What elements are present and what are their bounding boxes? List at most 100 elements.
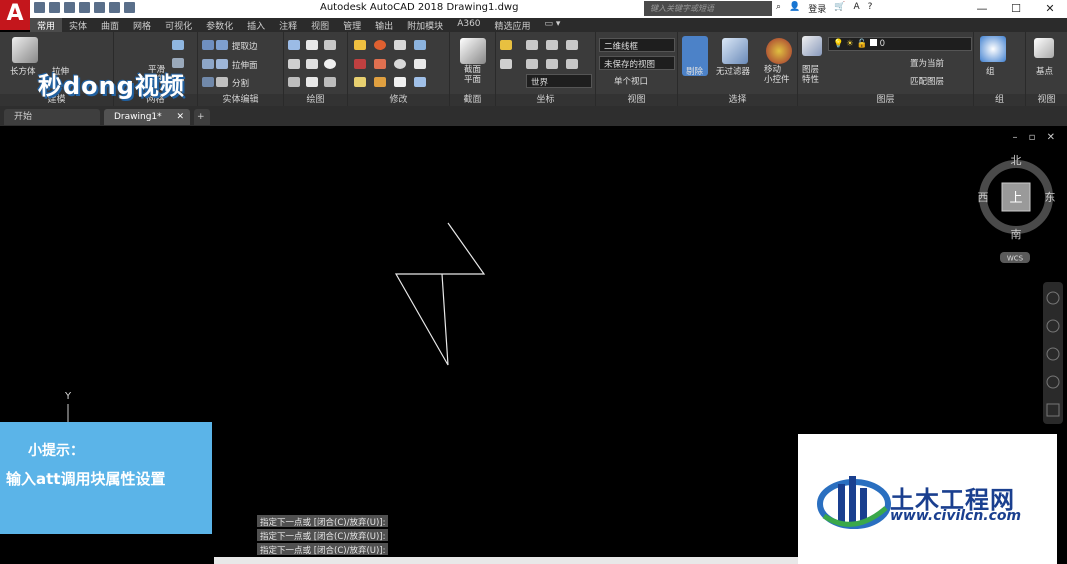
search-input[interactable]: 键入关键字或短语 bbox=[644, 1, 772, 16]
union-icon[interactable] bbox=[202, 40, 214, 50]
copy-icon[interactable] bbox=[394, 40, 406, 50]
polyline-icon[interactable] bbox=[288, 40, 300, 50]
spline-icon[interactable] bbox=[288, 59, 300, 69]
polygon-icon[interactable] bbox=[288, 77, 300, 87]
viewport-config-button[interactable]: 单个视口 bbox=[614, 75, 648, 87]
ribbon-tab-parametric[interactable]: 参数化 bbox=[199, 18, 240, 32]
viewcube-east[interactable]: 东 bbox=[1045, 191, 1056, 204]
ribbon-tab-insert[interactable]: 插入 bbox=[240, 18, 272, 32]
redo-icon[interactable] bbox=[124, 2, 135, 13]
visual-style-select[interactable]: 二维线框 bbox=[599, 38, 675, 52]
ribbon-tab-manage[interactable]: 管理 bbox=[336, 18, 368, 32]
layer-select[interactable]: 💡 ☀ 🔓 0 bbox=[828, 37, 972, 51]
save-icon[interactable] bbox=[64, 2, 75, 13]
close-icon[interactable]: ✕ bbox=[176, 109, 184, 125]
autodesk-icon[interactable]: A bbox=[854, 2, 860, 15]
panel-title-section[interactable]: 截面 bbox=[450, 94, 495, 106]
ucs-world-icon[interactable] bbox=[526, 40, 538, 50]
rectangle-icon[interactable] bbox=[306, 77, 318, 87]
box-button[interactable]: 长方体 bbox=[10, 65, 36, 77]
layer-properties-icon[interactable] bbox=[802, 36, 822, 56]
panel-title-modify[interactable]: 修改 bbox=[348, 94, 449, 106]
explode-icon[interactable] bbox=[414, 77, 426, 87]
array-icon[interactable] bbox=[414, 59, 426, 69]
ribbon-toggle-button[interactable]: ▭ ▾ bbox=[538, 18, 568, 32]
ribbon-tab-visualize[interactable]: 可视化 bbox=[158, 18, 199, 32]
base-point-icon[interactable] bbox=[1034, 38, 1054, 58]
arc-icon[interactable] bbox=[324, 40, 336, 50]
doc-tab-drawing1[interactable]: Drawing1* ✕ bbox=[104, 109, 190, 125]
maximize-button[interactable]: ☐ bbox=[999, 0, 1033, 18]
viewcube-north[interactable]: 北 bbox=[1011, 154, 1022, 167]
command-input[interactable] bbox=[214, 557, 798, 564]
ribbon-tab-home[interactable]: 常用 bbox=[30, 18, 63, 32]
trim-icon[interactable] bbox=[354, 59, 366, 69]
ucs-3point-icon[interactable] bbox=[566, 40, 578, 50]
layer-properties-button[interactable]: 图层 特性 bbox=[802, 65, 819, 85]
gizmo-icon[interactable] bbox=[766, 38, 792, 64]
extrude-faces-icon[interactable] bbox=[216, 59, 228, 69]
cart-icon[interactable]: 🛒 bbox=[834, 2, 845, 15]
application-menu-button[interactable]: A bbox=[0, 0, 30, 30]
ribbon-tab-solid[interactable]: 实体 bbox=[62, 18, 94, 32]
undo-icon[interactable] bbox=[109, 2, 120, 13]
erase-icon[interactable] bbox=[394, 77, 406, 87]
doc-tab-start[interactable]: 开始 bbox=[4, 109, 100, 125]
group-icon[interactable] bbox=[980, 36, 1006, 62]
panel-title-solid-editing[interactable]: 实体编辑 bbox=[198, 94, 283, 106]
group-button[interactable]: 组 bbox=[986, 65, 995, 77]
mesh-icon[interactable] bbox=[172, 40, 184, 50]
base-point-button[interactable]: 基点 bbox=[1036, 65, 1053, 77]
extract-edges-button[interactable]: 提取边 bbox=[232, 40, 258, 52]
close-button[interactable]: ✕ bbox=[1033, 0, 1067, 18]
ribbon-tab-addins[interactable]: 附加模块 bbox=[400, 18, 450, 32]
minimize-button[interactable]: — bbox=[965, 0, 999, 18]
ribbon-tab-annotate[interactable]: 注释 bbox=[272, 18, 304, 32]
ribbon-tab-output[interactable]: 输出 bbox=[368, 18, 400, 32]
named-view-select[interactable]: 未保存的视图 bbox=[599, 56, 675, 70]
section-plane-icon[interactable] bbox=[460, 38, 486, 64]
drawn-polyline[interactable] bbox=[394, 222, 486, 366]
ucs-icon[interactable] bbox=[500, 40, 512, 50]
ribbon-tab-view[interactable]: 视图 bbox=[304, 18, 336, 32]
ray-icon[interactable] bbox=[306, 59, 318, 69]
ribbon-tab-featured[interactable]: 精选应用 bbox=[488, 18, 538, 32]
binoculars-icon[interactable]: ⌕ bbox=[776, 2, 781, 15]
ribbon-tab-surface[interactable]: 曲面 bbox=[94, 18, 126, 32]
print-icon[interactable] bbox=[94, 2, 105, 13]
ribbon-tab-a360[interactable]: A360 bbox=[450, 18, 487, 32]
open-icon[interactable] bbox=[49, 2, 60, 13]
culling-button[interactable]: 剔除 bbox=[686, 65, 703, 77]
separate-icon[interactable] bbox=[216, 77, 228, 87]
login-button[interactable]: 登录 bbox=[808, 2, 826, 15]
panel-title-draw[interactable]: 绘图 bbox=[284, 94, 347, 106]
section-plane-button[interactable]: 截面 平面 bbox=[464, 65, 481, 85]
panel-title-view-base[interactable]: 视图 bbox=[1026, 94, 1067, 106]
viewcube-south[interactable]: 南 bbox=[1011, 228, 1022, 241]
circle-icon[interactable] bbox=[324, 59, 336, 69]
match-layer-button[interactable]: 匹配图层 bbox=[910, 75, 944, 87]
ucs-select[interactable]: 世界 bbox=[526, 74, 592, 88]
navigation-bar[interactable] bbox=[1043, 282, 1063, 424]
ucs-y-icon[interactable] bbox=[546, 59, 558, 69]
save-as-icon[interactable] bbox=[79, 2, 90, 13]
ellipse-icon[interactable] bbox=[324, 77, 336, 87]
new-tab-button[interactable]: + bbox=[194, 109, 210, 125]
viewcube-west[interactable]: 西 bbox=[978, 191, 989, 204]
offset-icon[interactable] bbox=[394, 59, 406, 69]
ucs-z-icon[interactable] bbox=[566, 59, 578, 69]
fillet-icon[interactable] bbox=[374, 59, 386, 69]
ribbon-tab-mesh[interactable]: 网格 bbox=[126, 18, 158, 32]
separate-button[interactable]: 分割 bbox=[232, 77, 249, 89]
line-icon[interactable] bbox=[306, 40, 318, 50]
ucs-origin-icon[interactable] bbox=[546, 40, 558, 50]
rotate-icon[interactable] bbox=[374, 40, 386, 50]
subtract-icon[interactable] bbox=[202, 59, 214, 69]
panel-title-view[interactable]: 视图 bbox=[596, 94, 677, 106]
panel-title-groups[interactable]: 组 bbox=[974, 94, 1025, 106]
panel-title-coordinates[interactable]: 坐标 bbox=[496, 94, 595, 106]
extrude-faces-button[interactable]: 拉伸面 bbox=[232, 59, 258, 71]
scale-icon[interactable] bbox=[374, 77, 386, 87]
set-current-button[interactable]: 置为当前 bbox=[910, 57, 944, 69]
box-icon[interactable] bbox=[12, 37, 38, 63]
